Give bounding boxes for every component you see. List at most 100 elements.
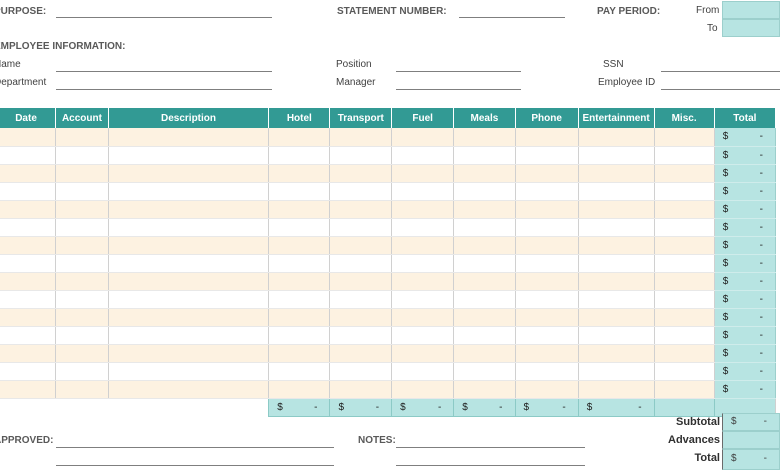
misc-cell[interactable] — [653, 236, 715, 255]
meals-cell[interactable] — [453, 272, 516, 291]
fuel-cell[interactable] — [391, 344, 455, 363]
entertainment-cell[interactable] — [577, 128, 655, 147]
phone-cell[interactable] — [514, 236, 579, 255]
hotel-cell[interactable] — [268, 200, 331, 219]
transport-cell[interactable] — [329, 344, 393, 363]
phone-cell[interactable] — [514, 362, 579, 381]
phone-cell[interactable] — [514, 326, 579, 345]
transport-cell[interactable] — [329, 254, 393, 273]
notes-field-line-2[interactable] — [396, 465, 585, 466]
date-cell[interactable] — [0, 380, 57, 399]
account-cell[interactable] — [55, 290, 109, 309]
name-field[interactable] — [56, 71, 272, 72]
meals-cell[interactable] — [453, 380, 516, 399]
date-cell[interactable] — [0, 290, 57, 309]
account-cell[interactable] — [55, 236, 109, 255]
description-cell[interactable] — [107, 200, 270, 219]
fuel-cell[interactable] — [391, 380, 455, 399]
fuel-cell[interactable] — [391, 128, 455, 147]
meals-cell[interactable] — [453, 254, 516, 273]
misc-cell[interactable] — [653, 290, 715, 309]
phone-cell[interactable] — [514, 308, 579, 327]
misc-cell[interactable] — [653, 128, 715, 147]
transport-cell[interactable] — [329, 326, 393, 345]
misc-cell[interactable] — [653, 308, 715, 327]
hotel-cell[interactable] — [268, 290, 331, 309]
date-cell[interactable] — [0, 218, 57, 237]
account-cell[interactable] — [55, 344, 109, 363]
account-cell[interactable] — [55, 128, 109, 147]
description-cell[interactable] — [107, 182, 270, 201]
fuel-cell[interactable] — [391, 236, 455, 255]
date-cell[interactable] — [0, 236, 57, 255]
fuel-cell[interactable] — [391, 290, 455, 309]
transport-cell[interactable] — [329, 182, 393, 201]
date-cell[interactable] — [0, 362, 57, 381]
transport-cell[interactable] — [329, 146, 393, 165]
phone-cell[interactable] — [514, 146, 579, 165]
hotel-cell[interactable] — [268, 146, 331, 165]
description-cell[interactable] — [107, 164, 270, 183]
entertainment-cell[interactable] — [577, 326, 655, 345]
phone-cell[interactable] — [514, 254, 579, 273]
entertainment-cell[interactable] — [577, 146, 655, 165]
transport-cell[interactable] — [329, 236, 393, 255]
entertainment-cell[interactable] — [577, 362, 655, 381]
meals-cell[interactable] — [453, 236, 516, 255]
misc-cell[interactable] — [653, 344, 715, 363]
description-cell[interactable] — [107, 308, 270, 327]
hotel-cell[interactable] — [268, 362, 331, 381]
misc-cell[interactable] — [653, 218, 715, 237]
description-cell[interactable] — [107, 236, 270, 255]
approved-field-line-1[interactable] — [56, 447, 334, 448]
misc-cell[interactable] — [653, 380, 715, 399]
entertainment-cell[interactable] — [577, 254, 655, 273]
meals-cell[interactable] — [453, 128, 516, 147]
account-cell[interactable] — [55, 218, 109, 237]
misc-cell[interactable] — [653, 362, 715, 381]
transport-cell[interactable] — [329, 128, 393, 147]
meals-cell[interactable] — [453, 218, 516, 237]
phone-cell[interactable] — [514, 218, 579, 237]
meals-cell[interactable] — [453, 200, 516, 219]
fuel-cell[interactable] — [391, 326, 455, 345]
ssn-field[interactable] — [661, 71, 780, 72]
date-cell[interactable] — [0, 326, 57, 345]
hotel-cell[interactable] — [268, 380, 331, 399]
transport-cell[interactable] — [329, 164, 393, 183]
meals-cell[interactable] — [453, 146, 516, 165]
misc-cell[interactable] — [653, 272, 715, 291]
hotel-cell[interactable] — [268, 182, 331, 201]
fuel-cell[interactable] — [391, 200, 455, 219]
statement-number-field[interactable] — [459, 17, 565, 18]
phone-cell[interactable] — [514, 344, 579, 363]
fuel-cell[interactable] — [391, 164, 455, 183]
fuel-cell[interactable] — [391, 272, 455, 291]
meals-cell[interactable] — [453, 326, 516, 345]
account-cell[interactable] — [55, 380, 109, 399]
manager-field[interactable] — [396, 89, 521, 90]
meals-cell[interactable] — [453, 164, 516, 183]
transport-cell[interactable] — [329, 362, 393, 381]
account-cell[interactable] — [55, 200, 109, 219]
entertainment-cell[interactable] — [577, 182, 655, 201]
misc-cell[interactable] — [653, 146, 715, 165]
entertainment-cell[interactable] — [577, 344, 655, 363]
misc-cell[interactable] — [653, 326, 715, 345]
entertainment-cell[interactable] — [577, 272, 655, 291]
account-cell[interactable] — [55, 362, 109, 381]
department-field[interactable] — [56, 89, 272, 90]
transport-cell[interactable] — [329, 290, 393, 309]
entertainment-cell[interactable] — [577, 200, 655, 219]
account-cell[interactable] — [55, 254, 109, 273]
transport-cell[interactable] — [329, 308, 393, 327]
date-cell[interactable] — [0, 182, 57, 201]
description-cell[interactable] — [107, 272, 270, 291]
date-cell[interactable] — [0, 128, 57, 147]
description-cell[interactable] — [107, 380, 270, 399]
entertainment-cell[interactable] — [577, 290, 655, 309]
description-cell[interactable] — [107, 128, 270, 147]
hotel-cell[interactable] — [268, 236, 331, 255]
phone-cell[interactable] — [514, 128, 579, 147]
misc-cell[interactable] — [653, 200, 715, 219]
